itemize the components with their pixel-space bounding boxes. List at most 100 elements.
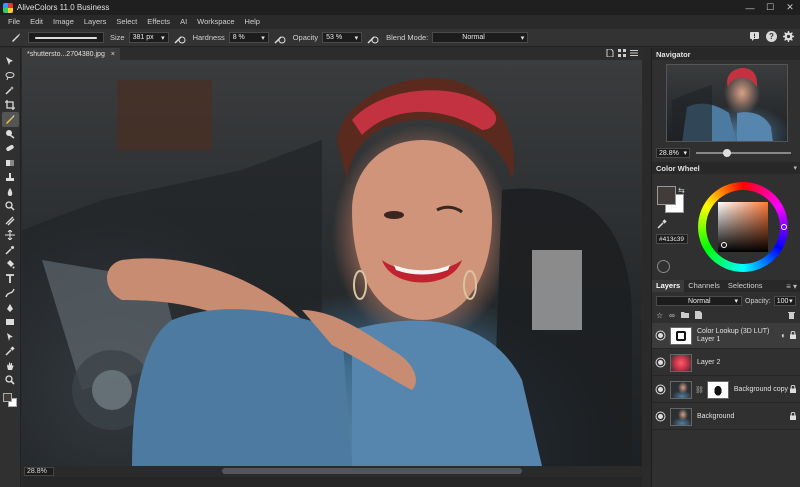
opacity-field[interactable]: 53 % ▾ [322,32,363,43]
new-layer-icon[interactable] [694,310,702,321]
vertical-scrollbar[interactable] [643,60,650,466]
navigator-thumbnail[interactable] [666,64,788,142]
menu-help[interactable]: Help [240,15,265,29]
swap-colors-icon[interactable]: ⇆ [678,186,685,195]
menu-layers[interactable]: Layers [79,15,112,29]
help-icon[interactable]: ? [766,31,777,42]
hue-selection-marker[interactable] [781,224,787,230]
layer-mask-thumbnail[interactable] [706,380,729,399]
menu-ai[interactable]: AI [175,15,192,29]
delete-layer-icon[interactable] [788,311,800,321]
tab-layers[interactable]: Layers [652,280,685,292]
pen-tool-icon[interactable] [2,301,19,316]
navigator-photo-preview [672,68,773,141]
eyedropper-icon[interactable] [657,219,667,231]
menu-image[interactable]: Image [48,15,79,29]
text-tool-icon[interactable] [2,272,19,287]
minimize-button[interactable]: — [740,0,760,15]
gradient-tool-icon[interactable] [2,286,19,301]
new-group-icon[interactable] [680,311,689,320]
menu-effects[interactable]: Effects [142,15,175,29]
close-button[interactable]: ✕ [780,0,800,15]
eyedropper-tool-icon[interactable] [2,344,19,359]
pen-pressure-opacity-icon[interactable] [366,31,380,45]
color-wheel-header: Color Wheel ▾ [652,162,800,174]
lock-icon[interactable] [790,384,796,395]
dodge-tool-icon[interactable] [2,199,19,214]
tab-channels[interactable]: Channels [684,280,724,292]
layer-row-background[interactable]: Background [652,404,800,430]
foreground-color-swatch[interactable] [2,392,12,402]
clone-stamp-tool-icon[interactable] [2,127,19,142]
visibility-eye-icon[interactable] [654,333,666,338]
chevron-down-icon: ▾ [161,34,165,42]
maximize-button[interactable]: ☐ [760,0,780,15]
visibility-eye-icon[interactable] [654,360,666,365]
eraser-tool-icon[interactable] [2,156,19,171]
navigator-header: Navigator [652,48,800,60]
document-menu-icon[interactable] [630,49,638,59]
horizontal-scrollbar[interactable] [222,468,522,474]
hand-tool-icon[interactable] [2,359,19,374]
image-canvas[interactable] [22,60,642,466]
smudge-tool-icon[interactable] [2,214,19,229]
new-document-icon[interactable] [606,48,614,59]
color-wheel-foreground-swatch[interactable] [657,186,676,205]
layer-opacity-field[interactable]: 100 ▾ [773,296,796,306]
menu-select[interactable]: Select [111,15,142,29]
healing-brush-tool-icon[interactable] [2,141,19,156]
size-field[interactable]: 381 px ▾ [128,32,169,43]
visibility-eye-icon[interactable] [654,387,666,392]
chevron-down-icon[interactable]: ▾ [793,164,797,172]
hue-ring[interactable] [698,182,788,272]
menu-file[interactable]: File [3,15,25,29]
zoom-tool-icon[interactable] [2,373,19,388]
hardness-field[interactable]: 8 % ▾ [228,32,269,43]
tab-selections[interactable]: Selections [724,280,767,292]
move-tool-icon[interactable] [2,54,19,69]
pen-pressure-hardness-icon[interactable] [273,31,287,45]
transform-tool-icon[interactable] [2,228,19,243]
layer-row-background-copy[interactable]: ⛓ Background copy [652,377,800,403]
navigator-zoom-slider-knob[interactable] [723,149,732,157]
document-tab-close-icon[interactable]: × [111,51,115,58]
canvas-zoom-readout[interactable]: 28.8% [24,467,54,476]
blend-mode-select[interactable]: Normal ▾ [432,32,529,43]
layer-row-color-lookup[interactable]: Color Lookup (3D LUT) Layer 1 ◐ [652,323,800,349]
lasso-tool-icon[interactable] [2,69,19,84]
lock-icon[interactable] [790,411,796,422]
color-mode-icon[interactable] [657,260,670,273]
magic-wand-tool-icon[interactable] [2,83,19,98]
layer-row-layer-2[interactable]: Layer 2 [652,350,800,376]
auto-retouch-tool-icon[interactable] [2,243,19,258]
document-tab[interactable]: *shuttersto...2704380.jpg × [22,48,120,60]
layer-blend-mode-select[interactable]: Normal ▾ [656,296,742,306]
menu-edit[interactable]: Edit [25,15,48,29]
shape-tool-icon[interactable] [2,315,19,330]
menu-workspace[interactable]: Workspace [192,15,239,29]
layer-lock-row: ☆ ∞ [652,310,800,321]
brush-preset-picker[interactable] [28,32,104,43]
status-bar: 28.8% [22,466,642,477]
link-layers-icon[interactable]: ∞ [669,311,675,320]
brush-tool-icon[interactable] [1,112,19,127]
lock-icon[interactable] [790,330,796,341]
blur-tool-icon[interactable] [2,185,19,200]
paint-bucket-tool-icon[interactable] [2,257,19,272]
crop-tool-icon[interactable] [2,98,19,113]
mask-link-icon[interactable]: ⛓ [695,386,704,394]
notifications-icon[interactable] [749,31,760,44]
lock-transparency-icon[interactable]: ☆ [656,311,663,320]
path-selection-tool-icon[interactable] [2,330,19,345]
stamp-tool-icon[interactable] [2,170,19,185]
navigator-zoom-field[interactable]: 28.8% ▾ [656,148,690,158]
tile-view-icon[interactable] [618,49,626,59]
color-swatches[interactable] [2,392,19,408]
layers-panel-menu-icon[interactable]: ≡ ▾ [786,282,800,291]
visibility-eye-icon[interactable] [654,414,666,419]
hex-color-field[interactable]: #413c39 [656,234,688,244]
pen-pressure-size-icon[interactable] [173,31,187,45]
color-selection-marker[interactable] [721,242,727,248]
settings-gear-icon[interactable] [783,31,794,44]
navigator-zoom-slider[interactable] [696,149,791,157]
